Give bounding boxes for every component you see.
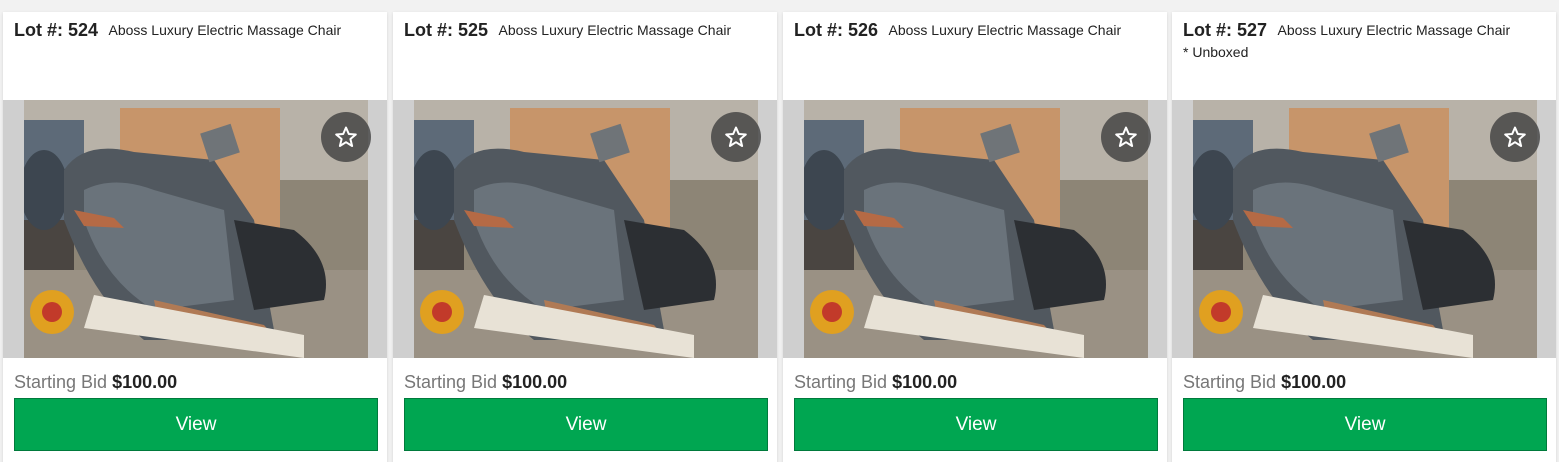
lot-image-frame[interactable] xyxy=(393,100,777,358)
lot-title[interactable]: Aboss Luxury Electric Massage Chair xyxy=(108,22,341,38)
starting-bid-amount: $100.00 xyxy=(502,372,568,392)
starting-bid-label: Starting Bid xyxy=(794,372,888,392)
starting-bid-label: Starting Bid xyxy=(1183,372,1277,392)
star-outline-icon xyxy=(725,126,747,147)
lot-image-frame[interactable] xyxy=(1172,100,1556,358)
favorite-button[interactable] xyxy=(1490,112,1540,162)
lot-title[interactable]: Aboss Luxury Electric Massage Chair xyxy=(1277,22,1510,38)
lot-number[interactable]: Lot #: 525 xyxy=(404,20,488,40)
lot-number[interactable]: Lot #: 527 xyxy=(1183,20,1267,40)
view-button[interactable]: View xyxy=(14,398,378,451)
lot-title[interactable]: Aboss Luxury Electric Massage Chair xyxy=(498,22,731,38)
lot-number[interactable]: Lot #: 524 xyxy=(14,20,98,40)
lot-image-frame[interactable] xyxy=(3,100,387,358)
favorite-button[interactable] xyxy=(711,112,761,162)
lot-header: Lot #: 525 Aboss Luxury Electric Massage… xyxy=(404,20,771,100)
lot-grid: Lot #: 524 Aboss Luxury Electric Massage… xyxy=(0,0,1559,462)
favorite-button[interactable] xyxy=(1101,112,1151,162)
lot-photo[interactable] xyxy=(1193,100,1537,358)
lot-photo[interactable] xyxy=(24,100,368,358)
lot-header: Lot #: 526 Aboss Luxury Electric Massage… xyxy=(794,20,1161,100)
lot-note: * Unboxed xyxy=(1183,44,1249,60)
lot-image-frame[interactable] xyxy=(783,100,1167,358)
star-outline-icon xyxy=(1115,126,1137,147)
starting-bid: Starting Bid $100.00 xyxy=(794,372,957,393)
view-button[interactable]: View xyxy=(794,398,1158,451)
starting-bid-amount: $100.00 xyxy=(892,372,958,392)
starting-bid: Starting Bid $100.00 xyxy=(1183,372,1346,393)
lot-photo[interactable] xyxy=(804,100,1148,358)
lot-card: Lot #: 524 Aboss Luxury Electric Massage… xyxy=(3,12,387,462)
view-button[interactable]: View xyxy=(404,398,768,451)
starting-bid-amount: $100.00 xyxy=(112,372,178,392)
lot-header: Lot #: 524 Aboss Luxury Electric Massage… xyxy=(14,20,381,100)
star-outline-icon xyxy=(1504,126,1526,147)
lot-title[interactable]: Aboss Luxury Electric Massage Chair xyxy=(888,22,1121,38)
star-outline-icon xyxy=(335,126,357,147)
starting-bid-amount: $100.00 xyxy=(1281,372,1347,392)
view-button[interactable]: View xyxy=(1183,398,1547,451)
lot-card: Lot #: 527 Aboss Luxury Electric Massage… xyxy=(1172,12,1556,462)
lot-photo[interactable] xyxy=(414,100,758,358)
starting-bid: Starting Bid $100.00 xyxy=(14,372,177,393)
starting-bid: Starting Bid $100.00 xyxy=(404,372,567,393)
lot-number[interactable]: Lot #: 526 xyxy=(794,20,878,40)
starting-bid-label: Starting Bid xyxy=(14,372,108,392)
lot-card: Lot #: 525 Aboss Luxury Electric Massage… xyxy=(393,12,777,462)
lot-header: Lot #: 527 Aboss Luxury Electric Massage… xyxy=(1183,20,1550,100)
starting-bid-label: Starting Bid xyxy=(404,372,498,392)
lot-card: Lot #: 526 Aboss Luxury Electric Massage… xyxy=(783,12,1167,462)
favorite-button[interactable] xyxy=(321,112,371,162)
